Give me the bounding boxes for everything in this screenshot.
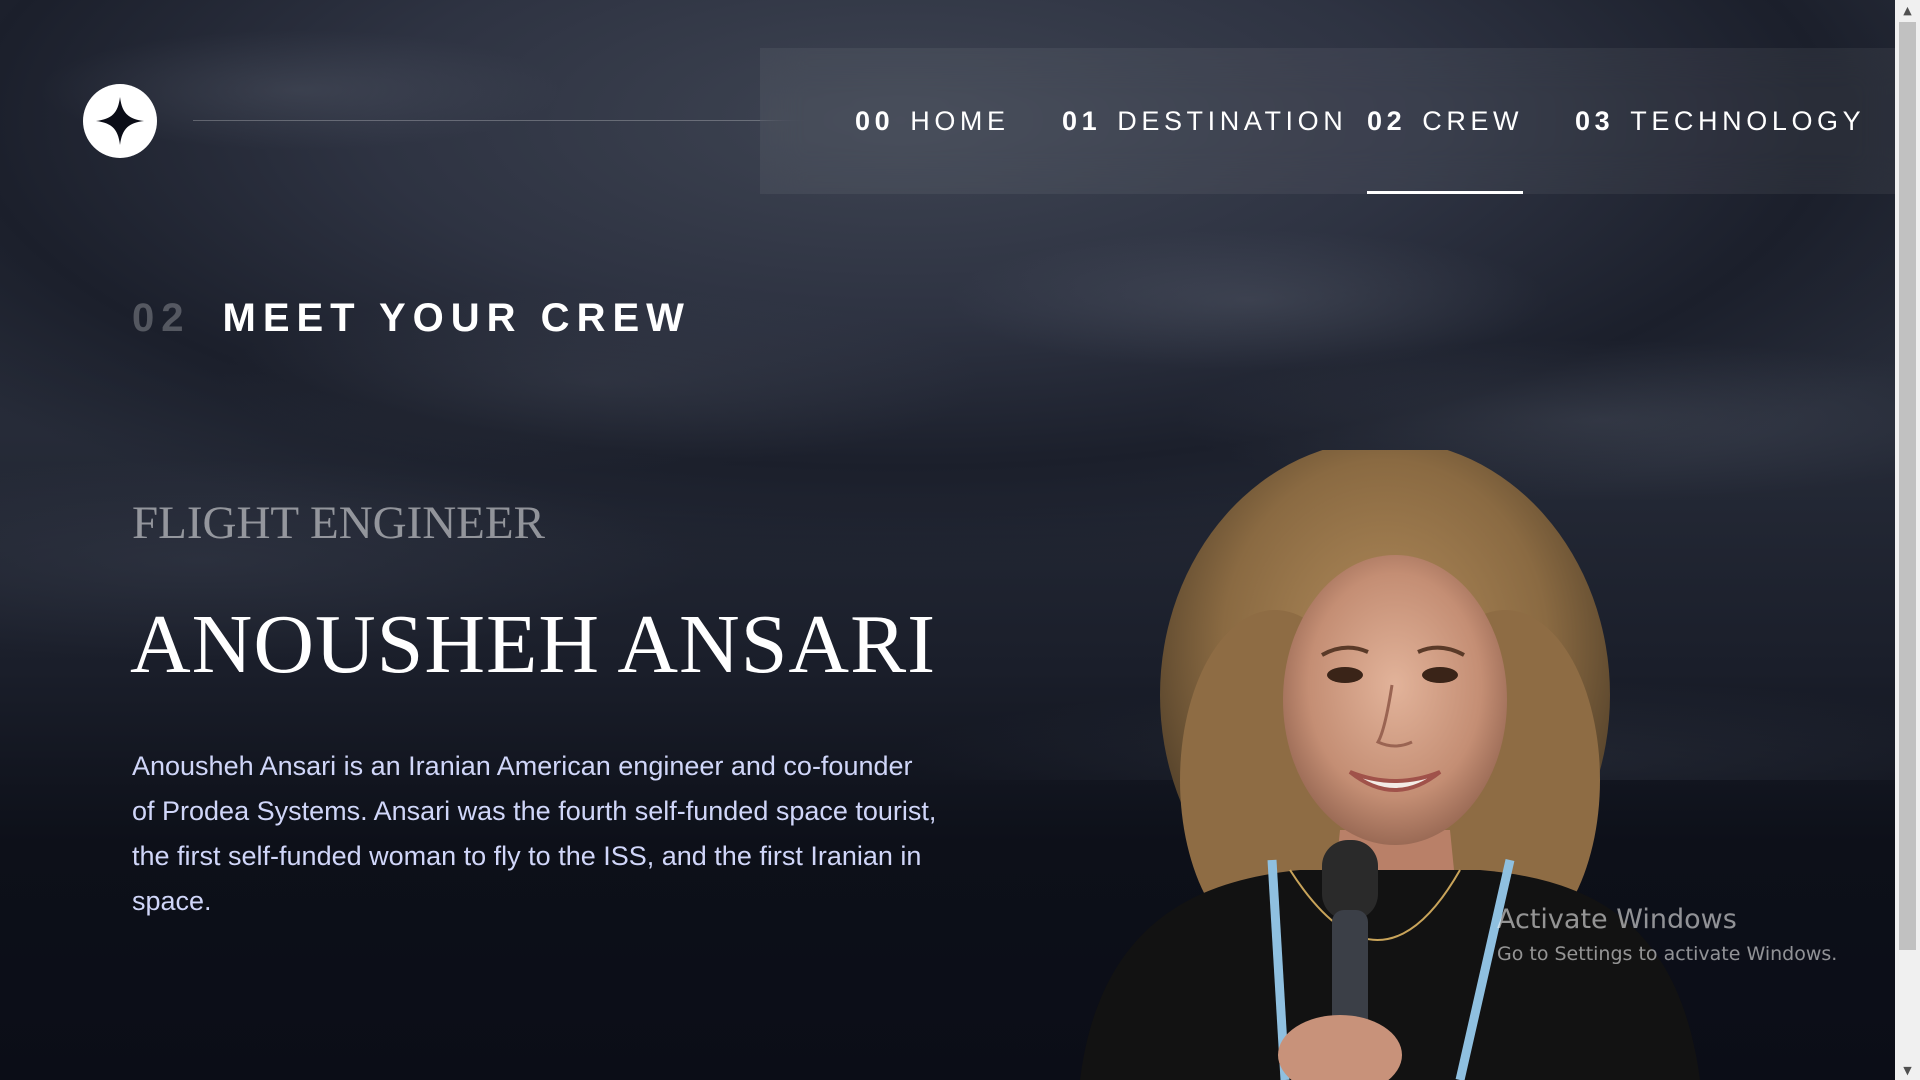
scrollbar-thumb[interactable] bbox=[1899, 22, 1916, 950]
chevron-up-icon[interactable]: ▲ bbox=[1895, 0, 1920, 20]
crew-name: ANOUSHEH ANSARI bbox=[130, 598, 937, 691]
star-logo-icon[interactable] bbox=[83, 84, 157, 158]
nav-item-number: 00 bbox=[855, 105, 895, 136]
watermark-subtitle: Go to Settings to activate Windows. bbox=[1497, 943, 1838, 965]
watermark-title: Activate Windows bbox=[1497, 904, 1737, 935]
nav-item-technology[interactable]: 03 TECHNOLOGY bbox=[1575, 48, 1865, 194]
star-logo-shape bbox=[96, 97, 144, 145]
nav-item-destination[interactable]: 01 DESTINATION bbox=[1062, 48, 1347, 194]
nav-item-label: CREW bbox=[1422, 105, 1524, 136]
page-heading-number: 02 bbox=[132, 296, 191, 340]
vertical-scrollbar[interactable]: ▲ ▼ bbox=[1895, 0, 1920, 1080]
nav-item-label: DESTINATION bbox=[1117, 105, 1348, 136]
page-heading: 02 MEET YOUR CREW bbox=[132, 296, 691, 341]
nav-item-number: 03 bbox=[1575, 105, 1615, 136]
header-divider-line bbox=[193, 120, 808, 121]
page-heading-title: MEET YOUR CREW bbox=[222, 296, 691, 340]
nav-item-home[interactable]: 00 HOME bbox=[855, 48, 1010, 194]
nav-item-label: HOME bbox=[910, 105, 1010, 136]
nav-item-number: 02 bbox=[1367, 105, 1407, 136]
crew-portrait-image bbox=[1080, 450, 1700, 1080]
nav-item-label: TECHNOLOGY bbox=[1630, 105, 1866, 136]
crew-role: FLIGHT ENGINEER bbox=[132, 497, 545, 549]
nav-item-number: 01 bbox=[1062, 105, 1102, 136]
activate-windows-watermark: Activate Windows Go to Settings to activ… bbox=[1497, 904, 1837, 965]
chevron-down-icon[interactable]: ▼ bbox=[1895, 1060, 1920, 1080]
main-navigation: 00 HOME 01 DESTINATION 02 CREW 03 TECHNO… bbox=[760, 48, 1895, 194]
crew-bio: Anousheh Ansari is an Iranian American e… bbox=[132, 751, 937, 916]
nav-item-crew[interactable]: 02 CREW bbox=[1367, 48, 1524, 194]
